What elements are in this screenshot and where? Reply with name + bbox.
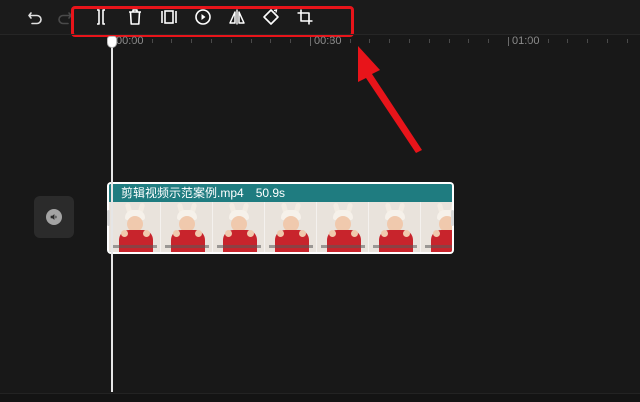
delete-icon[interactable]	[126, 8, 144, 26]
clip-thumbnail-frame	[317, 202, 369, 252]
ruler-minor-tick	[449, 39, 450, 43]
ruler-label: 01:00	[512, 35, 540, 47]
ruler-minor-tick	[251, 39, 252, 43]
mirror-icon[interactable]	[228, 8, 246, 26]
ruler-minor-tick	[468, 39, 469, 43]
ruler-minor-tick	[191, 39, 192, 43]
ruler-minor-tick	[290, 39, 291, 43]
ruler-label: 00:30	[314, 35, 342, 47]
ruler-minor-tick	[389, 39, 390, 43]
ruler-minor-tick	[409, 39, 410, 43]
ruler-minor-tick	[330, 39, 331, 43]
ruler-minor-tick	[488, 39, 489, 43]
clip-thumbnail-frame	[265, 202, 317, 252]
undo-icon[interactable]	[26, 8, 44, 26]
ruler-minor-tick	[211, 39, 212, 43]
freeze-frame-icon[interactable]	[160, 8, 178, 26]
crop-icon[interactable]	[296, 8, 314, 26]
playhead-line[interactable]	[111, 42, 113, 392]
ruler-label: 00:00	[116, 35, 144, 47]
ruler-minor-tick	[270, 39, 271, 43]
rotate-icon[interactable]	[262, 8, 280, 26]
ruler-minor-tick	[369, 39, 370, 43]
clip-duration: 50.9s	[255, 186, 286, 200]
video-clip[interactable]: 剪辑视频示范案例.mp4 50.9s	[107, 182, 454, 254]
ruler-minor-tick	[350, 39, 351, 43]
clip-thumbnail-frame	[421, 202, 452, 252]
clip-thumbnail-frame	[213, 202, 265, 252]
playhead-handle[interactable]	[107, 36, 117, 48]
audio-toggle-button[interactable]	[34, 196, 74, 238]
split-icon[interactable]	[92, 8, 110, 26]
clip-thumbnail-frame	[109, 202, 161, 252]
ruler-major-tick	[310, 37, 311, 46]
ruler-minor-tick	[587, 39, 588, 43]
ruler-minor-tick	[132, 39, 133, 43]
time-ruler[interactable]: 00:00 00:30 01:00	[0, 34, 640, 49]
clip-thumbnail-frame	[369, 202, 421, 252]
ruler-minor-tick	[607, 39, 608, 43]
ruler-minor-tick	[429, 39, 430, 43]
clip-header: 剪辑视频示范案例.mp4 50.9s	[109, 184, 452, 202]
annotation-arrow-icon	[358, 46, 422, 153]
clip-thumbnails	[109, 202, 452, 252]
video-editor-timeline: 00:00 00:30 01:00 剪辑视频示范案例.mp4 50.9s	[0, 0, 640, 402]
bottom-bar	[0, 393, 640, 402]
ruler-minor-tick	[231, 39, 232, 43]
clip-title: 剪辑视频示范案例.mp4	[121, 186, 244, 200]
timeline-toolbar	[0, 0, 640, 37]
ruler-minor-tick	[152, 39, 153, 43]
clip-trim-left-handle[interactable]	[107, 210, 110, 226]
reverse-icon[interactable]	[194, 8, 212, 26]
ruler-minor-tick	[171, 39, 172, 43]
clip-thumbnail-frame	[161, 202, 213, 252]
ruler-major-tick	[508, 37, 509, 46]
ruler-minor-tick	[528, 39, 529, 43]
ruler-minor-tick	[567, 39, 568, 43]
ruler-minor-tick	[548, 39, 549, 43]
clip-trim-right-handle[interactable]	[451, 210, 454, 226]
redo-icon[interactable]	[56, 8, 74, 26]
volume-icon	[46, 209, 62, 225]
ruler-minor-tick	[627, 39, 628, 43]
video-clip-body: 剪辑视频示范案例.mp4 50.9s	[109, 184, 452, 252]
